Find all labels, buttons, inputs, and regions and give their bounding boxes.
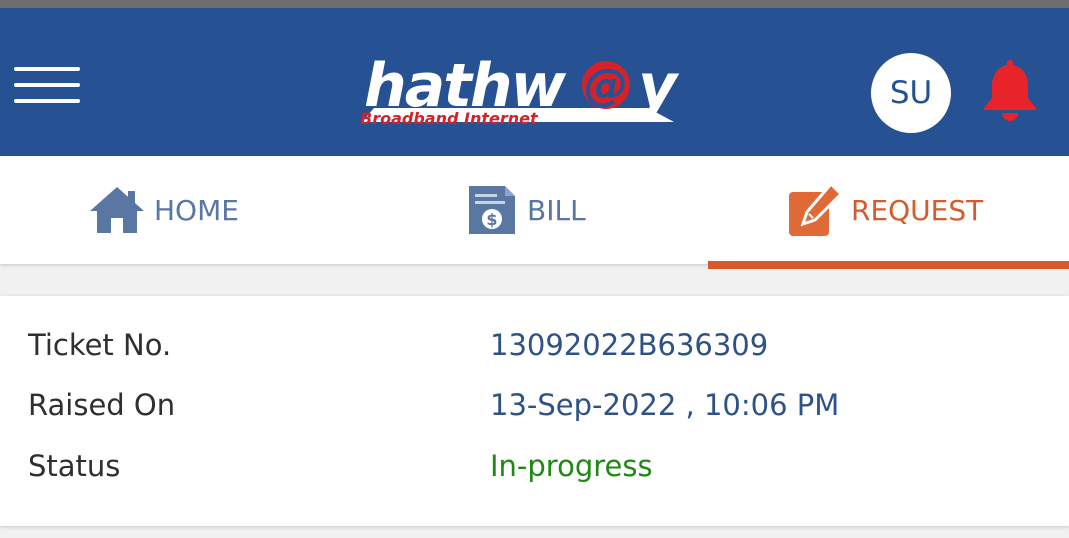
home-icon (90, 187, 144, 233)
hamburger-menu-icon[interactable] (14, 67, 80, 109)
svg-text:@: @ (584, 60, 628, 111)
status-label: Status (28, 449, 121, 483)
ticket-number-value: 13092022B636309 (490, 328, 769, 362)
tab-bill-label: BILL (527, 193, 586, 227)
app-header: hathw @ y Broadband Internet SU (0, 8, 1069, 156)
bell-icon[interactable] (980, 56, 1040, 122)
user-avatar[interactable]: SU (871, 53, 951, 133)
tab-request-label: REQUEST (851, 193, 984, 227)
nav-tabs: HOME $ BILL REQUEST (0, 156, 1069, 264)
raised-on-value: 13-Sep-2022 , 10:06 PM (490, 388, 840, 422)
ticket-number-row: Ticket No. 13092022B636309 (0, 328, 1069, 372)
raised-on-row: Raised On 13-Sep-2022 , 10:06 PM (0, 388, 1069, 432)
tab-home-label: HOME (154, 193, 239, 227)
status-bar-strip (0, 0, 1069, 8)
tab-home[interactable]: HOME (88, 156, 239, 264)
raised-on-label: Raised On (28, 388, 176, 422)
tab-bill[interactable]: $ BILL (465, 156, 586, 264)
ticket-number-label: Ticket No. (28, 328, 172, 362)
hathway-logo: hathw @ y Broadband Internet (360, 51, 680, 128)
svg-text:y: y (638, 51, 680, 121)
bill-icon: $ (469, 186, 515, 234)
svg-text:$: $ (486, 210, 497, 229)
tab-request[interactable]: REQUEST (787, 156, 983, 264)
logo-subtext: Broadband Internet (360, 109, 539, 128)
status-row: Status In-progress (0, 449, 1069, 493)
active-tab-indicator (708, 261, 1069, 269)
status-value: In-progress (490, 449, 653, 483)
edit-request-icon (789, 182, 843, 236)
